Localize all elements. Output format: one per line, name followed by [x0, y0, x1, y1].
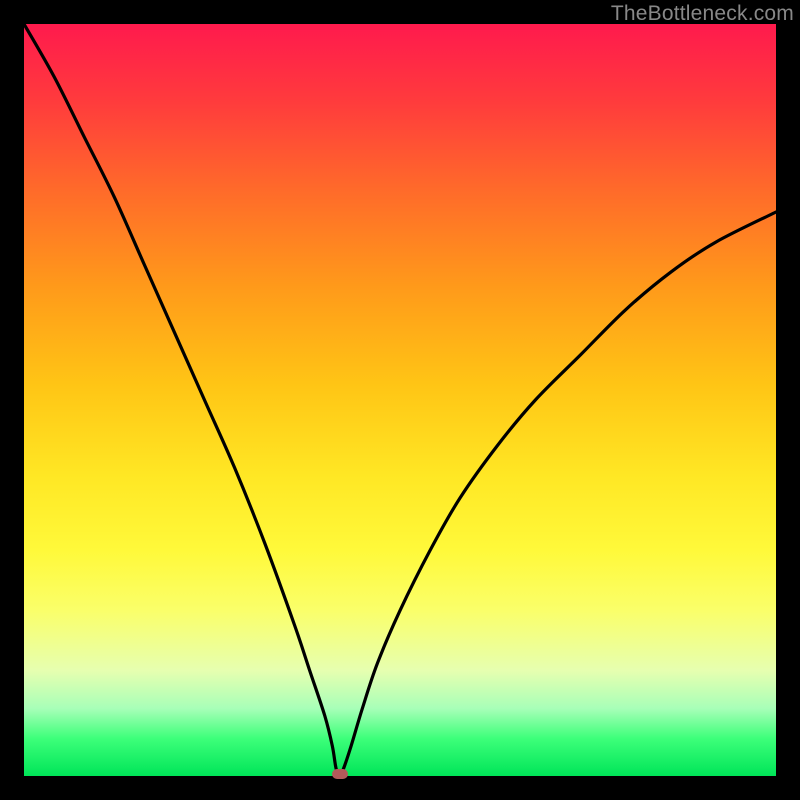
optimal-point-marker	[332, 769, 348, 779]
bottleneck-curve	[24, 24, 776, 776]
plot-area	[24, 24, 776, 776]
watermark-text: TheBottleneck.com	[611, 2, 794, 26]
chart-frame: TheBottleneck.com	[0, 0, 800, 800]
